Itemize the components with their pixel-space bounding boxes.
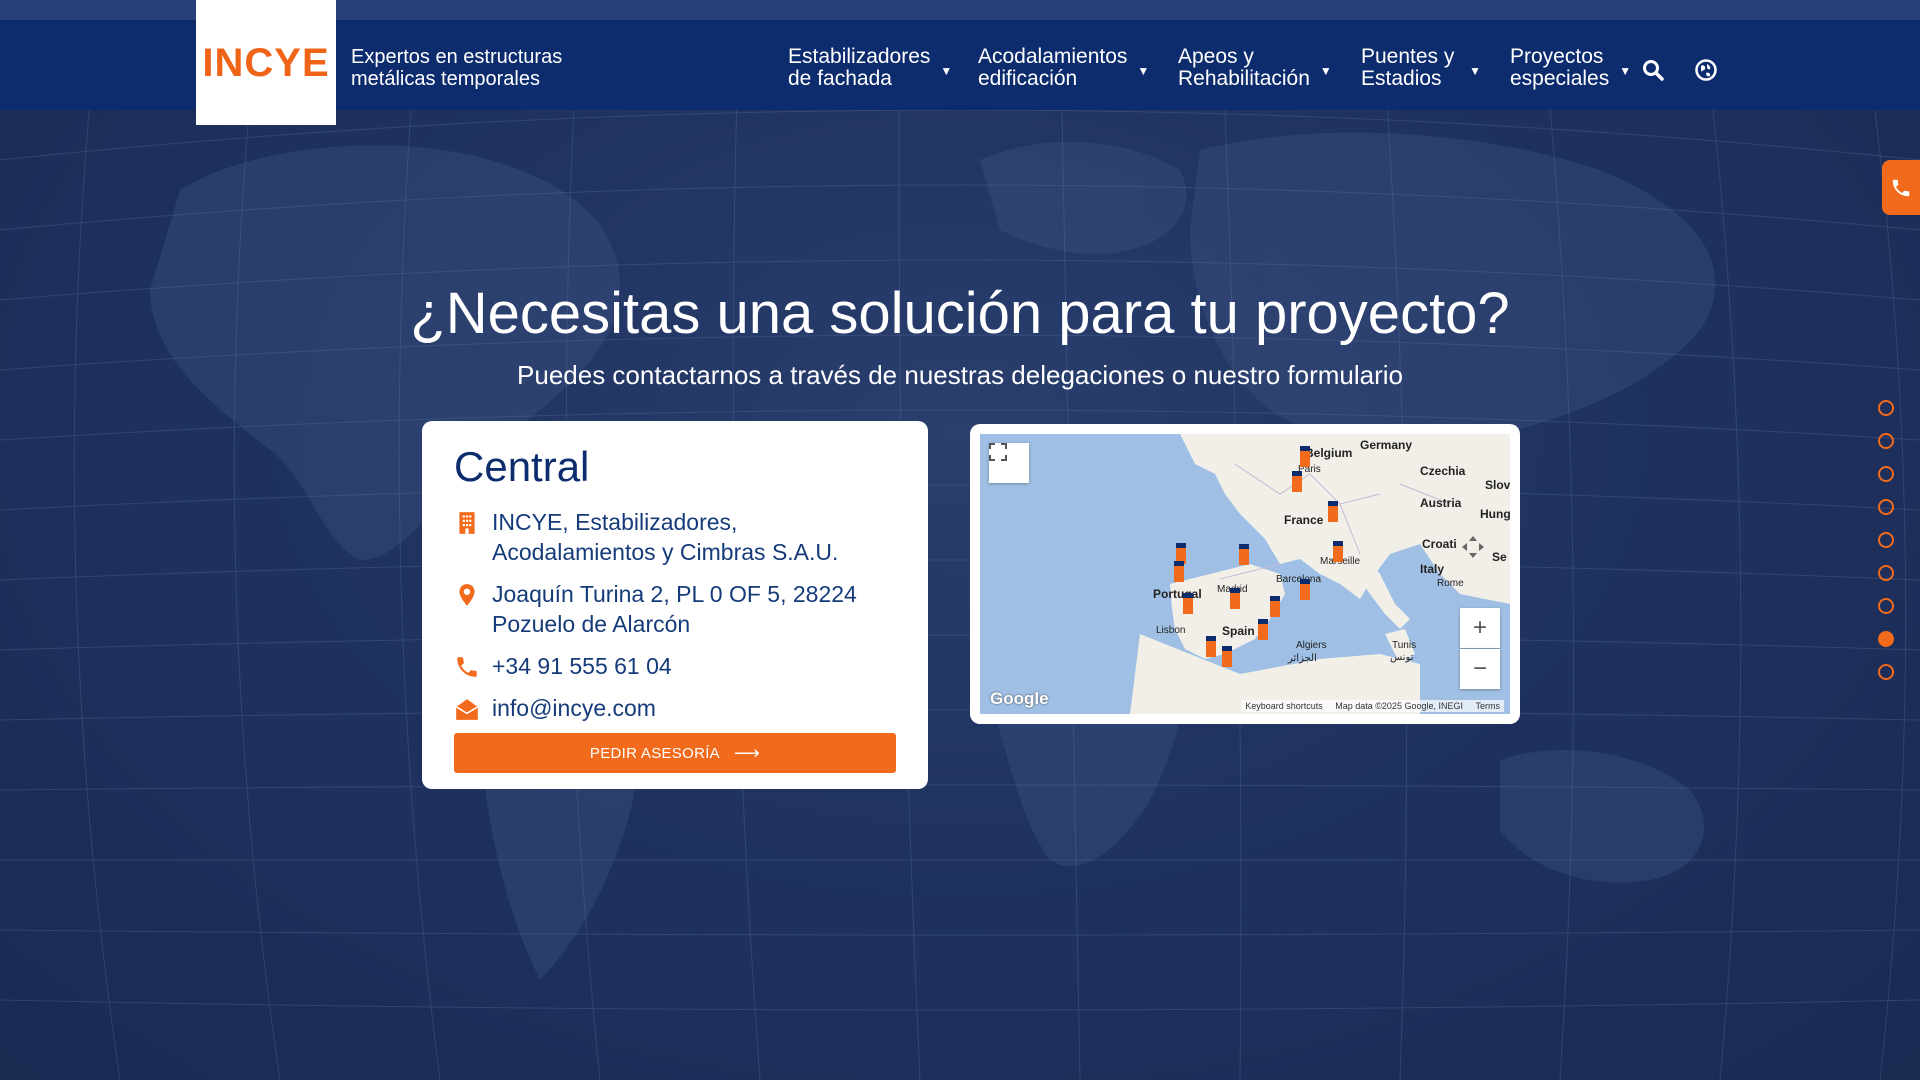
google-map[interactable]: Germany Belgium Czechia Slov Paris Austr… [980, 434, 1510, 714]
map-label: Tunis [1392, 640, 1417, 651]
building-icon [459, 512, 475, 534]
nav-label: Puentes y Estadios [1361, 45, 1455, 90]
map-label: Barcelona [1276, 574, 1322, 585]
map-label: Paris [1298, 464, 1321, 475]
zoom-out-button[interactable]: − [1460, 649, 1500, 689]
map-label: Germany [1360, 438, 1413, 452]
contact-card: Central INCYE, Estabilizadores, Acodalam… [422, 421, 928, 789]
company-name: INCYE, Estabilizadores, Acodalamientos y… [492, 509, 839, 565]
hero-subtitle: Puedes contactarnos a través de nuestras… [517, 360, 1403, 390]
map-label: Croati [1422, 537, 1457, 551]
nav-item-estabilizadores[interactable]: Estabilizadores de fachada ▼ [788, 45, 952, 90]
map-attribution: Keyboard shortcuts Map data ©2025 Google… [1241, 700, 1504, 712]
chevron-down-icon: ▼ [940, 64, 953, 78]
terms-link[interactable]: Terms [1476, 701, 1501, 711]
map-label: Austria [1420, 496, 1462, 510]
section-dot-active[interactable] [1878, 631, 1894, 647]
nav-item-apeos[interactable]: Apeos y Rehabilitación ▼ [1178, 45, 1332, 90]
chevron-down-icon: ▼ [1319, 64, 1332, 78]
map-frame: Germany Belgium Czechia Slov Paris Austr… [970, 424, 1520, 724]
map-label: الجزائر [1288, 653, 1317, 664]
map-label: Slov [1485, 478, 1510, 492]
chevron-down-icon: ▼ [1137, 64, 1150, 78]
map-label: Marseille [1320, 556, 1361, 567]
nav-label: Acodalamientos edificación [978, 45, 1128, 90]
map-label: Hung [1480, 507, 1510, 521]
section-dot[interactable] [1878, 466, 1894, 482]
section-dot[interactable] [1878, 532, 1894, 548]
main-nav: Estabilizadores de fachada ▼ Acodalamien… [0, 46, 1920, 92]
company-row: INCYE, Estabilizadores, Acodalamientos y… [454, 507, 896, 567]
section-dot[interactable] [1878, 433, 1894, 449]
nav-label: Estabilizadores de fachada [788, 45, 931, 90]
map-label: Belgium [1305, 446, 1353, 460]
zoom-in-icon: + [1472, 614, 1487, 641]
nav-label: Apeos y Rehabilitación [1178, 45, 1310, 90]
phone-row[interactable]: +34 91 555 61 04 [454, 651, 896, 681]
search-icon[interactable] [1641, 58, 1665, 82]
phone-icon [457, 657, 477, 677]
cta-label: PEDIR ASESORÍA [589, 744, 720, 762]
map-data-text: Map data ©2025 Google, INEGI [1335, 701, 1463, 711]
call-button[interactable] [1882, 160, 1920, 215]
card-title: Central [454, 443, 590, 490]
globe-icon[interactable] [1694, 58, 1718, 82]
pan-control-icon[interactable] [1460, 534, 1500, 574]
section-dot[interactable] [1878, 664, 1894, 680]
nav-item-acodalamientos[interactable]: Acodalamientos edificación ▼ [978, 45, 1149, 90]
map-label: Rome [1437, 578, 1464, 589]
section-dot[interactable] [1878, 499, 1894, 515]
keyboard-shortcuts-link[interactable]: Keyboard shortcuts [1245, 701, 1323, 711]
nav-item-puentes[interactable]: Puentes y Estadios ▼ [1361, 46, 1481, 90]
map-label: Algiers [1296, 640, 1327, 651]
zoom-in-button[interactable]: + [1460, 608, 1500, 648]
map-label: Portugal [1153, 587, 1202, 601]
map-label: Czechia [1420, 464, 1466, 478]
map-label: Lisbon [1156, 625, 1186, 636]
phone-icon [1892, 179, 1910, 196]
section-nav-dots [1878, 400, 1896, 697]
map-label: Italy [1420, 562, 1445, 576]
background-world-map [0, 0, 1920, 1080]
nav-item-proyectos[interactable]: Proyectos especiales ▼ [1510, 45, 1631, 90]
email-row[interactable]: info@incye.com [454, 693, 896, 723]
google-logo: Google [990, 689, 1049, 708]
address-row: Joaquín Turina 2, PL 0 OF 5, 28224 Pozue… [454, 579, 896, 639]
fullscreen-icon[interactable] [989, 443, 1029, 483]
chevron-down-icon: ▼ [1469, 64, 1481, 78]
section-dot[interactable] [1878, 400, 1894, 416]
email-address: info@incye.com [492, 695, 656, 721]
section-dot[interactable] [1878, 565, 1894, 581]
request-advice-button[interactable]: PEDIR ASESORÍA ⟶ [454, 733, 896, 773]
map-label: Madrid [1217, 584, 1248, 595]
map-label: تونس [1390, 652, 1414, 663]
section-dot[interactable] [1878, 598, 1894, 614]
arrow-right-icon: ⟶ [733, 742, 761, 763]
chevron-down-icon: ▼ [1619, 64, 1632, 78]
zoom-out-icon: − [1472, 655, 1487, 682]
location-pin-icon [459, 584, 475, 606]
phone-number: +34 91 555 61 04 [492, 653, 672, 679]
map-label: Spain [1222, 624, 1255, 638]
map-label: France [1284, 513, 1324, 527]
hero-title: ¿Necesitas una solución para tu proyecto… [410, 281, 1510, 346]
address: Joaquín Turina 2, PL 0 OF 5, 28224 Pozue… [492, 581, 857, 637]
nav-label: Proyectos especiales [1510, 45, 1610, 90]
envelope-open-icon [455, 699, 479, 720]
